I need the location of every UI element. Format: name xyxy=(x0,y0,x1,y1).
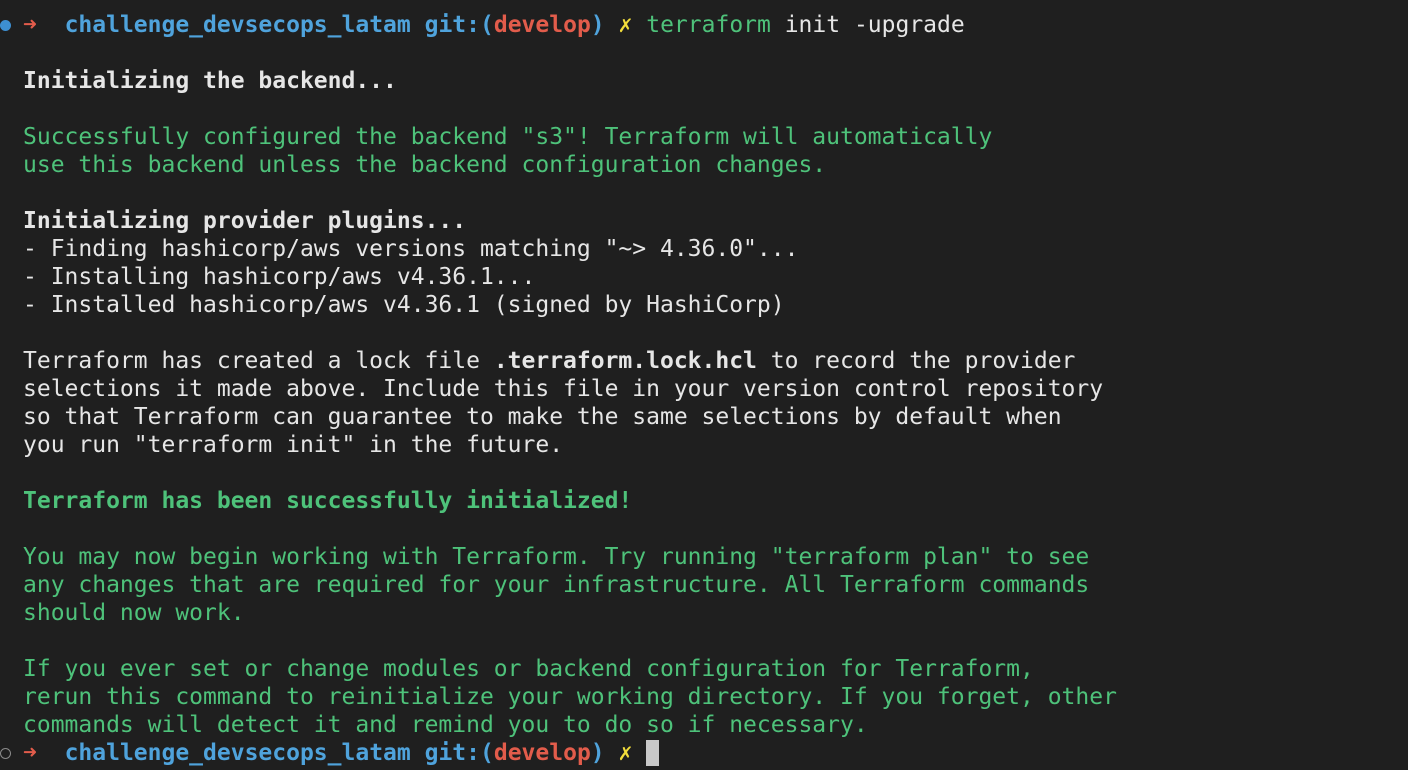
prompt-directory: challenge_devsecops_latam xyxy=(64,12,411,38)
empty-status-dot-icon xyxy=(0,748,11,759)
git-dirty-icon: ✗ xyxy=(618,740,633,766)
command-args: init -upgrade xyxy=(770,12,965,38)
lock-file-line: selections it made above. Include this f… xyxy=(23,376,1104,402)
prompt-line[interactable]: ➜ challenge_devsecops_latam git:(develop… xyxy=(23,739,660,767)
backend-success-line: use this backend unless the backend conf… xyxy=(23,152,827,178)
backend-heading: Initializing the backend... xyxy=(23,68,397,94)
plugin-line: - Installing hashicorp/aws v4.36.1... xyxy=(23,264,536,290)
prompt-git-suffix: ) xyxy=(590,12,605,38)
prompt-arrow-icon: ➜ xyxy=(23,12,37,38)
lock-file-line: so that Terraform can guarantee to make … xyxy=(23,404,1062,430)
prompt-git-branch: develop xyxy=(493,740,591,766)
next-steps-line: You may now begin working with Terraform… xyxy=(23,544,1090,570)
prompt-line: ➜ challenge_devsecops_latam git:(develop… xyxy=(23,11,965,39)
prompt-arrow-icon: ➜ xyxy=(23,740,37,766)
lock-file-line: you run "terraform init" in the future. xyxy=(23,432,564,458)
lock-file-line: Terraform has created a lock file .terra… xyxy=(23,347,1075,375)
next-steps-line: should now work. xyxy=(23,600,245,626)
lock-file-name: .terraform.lock.hcl xyxy=(493,348,757,374)
lock-file-text: Terraform has created a lock file xyxy=(23,348,494,374)
next-steps-line: any changes that are required for your i… xyxy=(23,572,1090,598)
prompt-directory: challenge_devsecops_latam xyxy=(64,740,411,766)
prompt-git-prefix: git:( xyxy=(424,740,494,766)
prompt-git-prefix: git:( xyxy=(424,12,494,38)
rerun-hint-line: rerun this command to reinitialize your … xyxy=(23,684,1117,710)
rerun-hint-line: commands will detect it and remind you t… xyxy=(23,712,868,738)
prompt-git-branch: develop xyxy=(493,12,591,38)
prompt-git-suffix: ) xyxy=(590,740,605,766)
plugins-heading: Initializing provider plugins... xyxy=(23,208,467,234)
init-success-message: Terraform has been successfully initiali… xyxy=(23,488,633,514)
command-status-dot-icon xyxy=(0,20,11,31)
git-dirty-icon: ✗ xyxy=(618,12,633,38)
plugin-line: - Finding hashicorp/aws versions matchin… xyxy=(23,236,799,262)
plugin-line: - Installed hashicorp/aws v4.36.1 (signe… xyxy=(23,292,785,318)
rerun-hint-line: If you ever set or change modules or bac… xyxy=(23,656,1034,682)
backend-success-line: Successfully configured the backend "s3"… xyxy=(23,124,993,150)
lock-file-text: to record the provider xyxy=(756,348,1076,374)
command-program: terraform xyxy=(646,12,771,38)
terminal-window[interactable]: ➜ challenge_devsecops_latam git:(develop… xyxy=(0,0,1408,770)
text-cursor[interactable] xyxy=(646,740,660,766)
